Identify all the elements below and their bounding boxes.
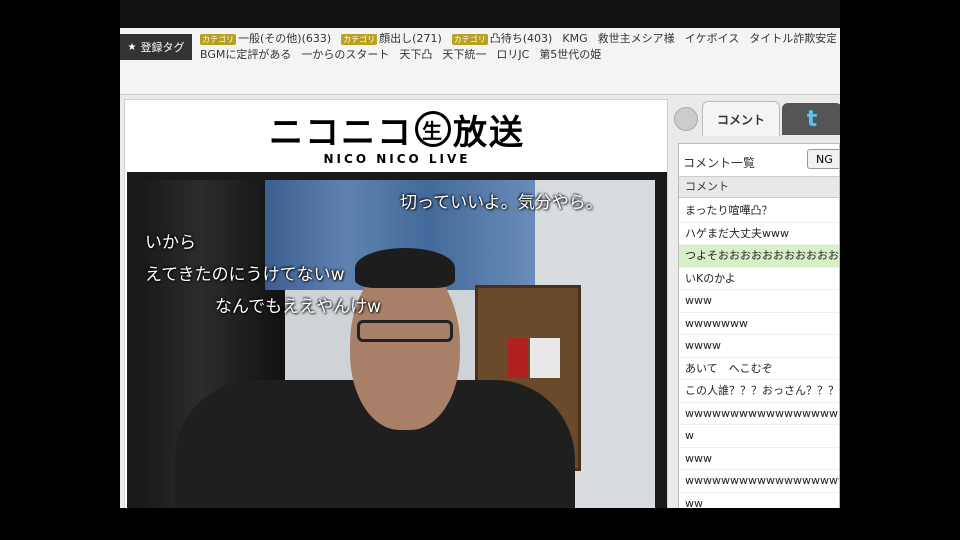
logo-main-pre: ニコニコ bbox=[269, 112, 413, 153]
twitter-icon: t bbox=[806, 106, 818, 132]
comment-row[interactable]: www bbox=[679, 290, 839, 313]
tag-label: 顔出し(271) bbox=[379, 32, 442, 45]
comment-column-header[interactable]: コメント bbox=[679, 176, 839, 198]
sidebar-tabs: コメント t bbox=[672, 99, 840, 136]
tag-label: 凸待ち(403) bbox=[489, 32, 553, 45]
bottom-black-bar bbox=[120, 508, 840, 540]
logo-sub: NICO NICO LIVE bbox=[323, 151, 471, 166]
main-content: ニコニコ 生 放送 NICO NICO LIVE 切っていいよ。気分やら。 いか… bbox=[120, 95, 840, 540]
star-icon: ★ bbox=[127, 41, 137, 53]
tag-link[interactable]: カテゴリ 凸待ち(403) bbox=[451, 31, 553, 47]
comment-row[interactable]: この人誰？？？おっさん？？？ bbox=[679, 380, 839, 403]
tag-link[interactable]: タイトル詐欺安定 bbox=[749, 31, 836, 47]
tag-header: ★ 登録タグ bbox=[120, 34, 192, 60]
tag-bar: ★ 登録タグ カテゴリ 一般(その他)(633) カテゴリ 顔出し(271) カテゴリ凸… bbox=[120, 28, 840, 95]
comment-row[interactable]: wwwwwwwwwwwwwwwww bbox=[679, 403, 839, 425]
category-badge: カテゴリ bbox=[341, 33, 378, 45]
tag-link[interactable]: カテゴリ 顔出し(271) bbox=[341, 31, 442, 47]
comment-row[interactable]: wwww bbox=[679, 335, 839, 358]
player-panel: ニコニコ 生 放送 NICO NICO LIVE 切っていいよ。気分やら。 いか… bbox=[124, 99, 669, 512]
tag-label: KMG bbox=[562, 32, 588, 45]
tag-link[interactable]: ロリJC bbox=[496, 47, 529, 63]
comment-sidebar: コメント t コメント一覧 NG コメント まったり喧嘩凸？ ハゲまだ大丈夫www… bbox=[672, 99, 840, 540]
video-comment: なんでもええやんけw bbox=[215, 297, 382, 317]
ng-button[interactable]: NG bbox=[807, 149, 839, 169]
tag-link[interactable]: 天下統一 bbox=[442, 47, 486, 63]
niconico-live-logo: ニコニコ 生 放送 NICO NICO LIVE bbox=[125, 100, 669, 170]
comment-row[interactable]: いKのかよ bbox=[679, 268, 839, 290]
red-books bbox=[508, 338, 528, 378]
comment-list-title: コメント一覧 bbox=[683, 156, 756, 170]
comment-row[interactable]: あいて へこむぞ bbox=[679, 358, 839, 380]
tab-comment[interactable]: コメント bbox=[702, 101, 780, 136]
comment-row[interactable]: w bbox=[679, 425, 839, 448]
logo-main: ニコニコ 生 放送 bbox=[269, 105, 525, 154]
tag-link[interactable]: 天下凸 bbox=[399, 47, 432, 63]
tag-label: タイトル詐欺安定 bbox=[749, 32, 836, 45]
screen-frame: ★ 登録タグ カテゴリ 一般(その他)(633) カテゴリ 顔出し(271) カテゴリ凸… bbox=[120, 0, 840, 540]
tag-row-1: カテゴリ 一般(その他)(633) カテゴリ 顔出し(271) カテゴリ 凸待ち(403)… bbox=[200, 31, 836, 47]
video-frame: 切っていいよ。気分やら。 いから えてきたのにうけてないw なんでもええやんけw bbox=[145, 180, 655, 512]
comment-row[interactable]: つよそおおおおおおおおおおお bbox=[679, 245, 839, 268]
comment-row[interactable]: www bbox=[679, 448, 839, 470]
tag-link[interactable]: KMG bbox=[562, 31, 587, 47]
video-player[interactable]: 切っていいよ。気分やら。 いから えてきたのにうけてないw なんでもええやんけw bbox=[127, 172, 667, 512]
tab-twitter[interactable]: t bbox=[782, 103, 840, 135]
comment-list[interactable]: まったり喧嘩凸？ ハゲまだ大丈夫www つよそおおおおおおおおおおお いKのかよ www… bbox=[679, 200, 839, 515]
tag-list: カテゴリ 一般(その他)(633) カテゴリ 顔出し(271) カテゴリ 凸待ち(403)… bbox=[200, 31, 836, 63]
comment-row[interactable]: wwwwwwwwwwwwwwwwwww bbox=[679, 470, 839, 493]
category-badge: カテゴリ bbox=[200, 33, 236, 45]
tag-link[interactable]: BGMに定評がある bbox=[200, 47, 291, 63]
video-comment: 切っていいよ。気分やら。 bbox=[400, 193, 603, 213]
tag-link[interactable]: 一からのスタート bbox=[301, 47, 389, 63]
comment-row[interactable]: wwwwwww bbox=[679, 313, 839, 335]
white-books bbox=[530, 338, 560, 378]
top-black-bar bbox=[120, 0, 840, 28]
tag-label: イケボイス bbox=[684, 32, 740, 45]
tag-link[interactable]: イケボイス bbox=[685, 31, 740, 47]
tag-link[interactable]: カテゴリ 一般(その他)(633) bbox=[200, 31, 331, 47]
comment-panel: コメント一覧 NG コメント まったり喧嘩凸？ ハゲまだ大丈夫www つよそおおおお… bbox=[678, 143, 840, 540]
logo-main-post: 放送 bbox=[453, 112, 525, 153]
glasses bbox=[357, 320, 453, 342]
tag-label: 救世主メシア様 bbox=[597, 32, 675, 45]
person-hair bbox=[355, 248, 455, 288]
tag-label: 一般(その他)(633) bbox=[238, 32, 332, 45]
video-comment: いから bbox=[145, 233, 196, 253]
tag-header-label: 登録タグ bbox=[140, 41, 185, 54]
category-badge: カテゴリ bbox=[451, 33, 488, 45]
logo-nama-icon: 生 bbox=[415, 111, 451, 147]
tag-link[interactable]: 救世主メシア様 bbox=[598, 31, 675, 47]
tag-link[interactable]: 第5世代の姫 bbox=[539, 47, 601, 63]
comment-row[interactable]: まったり喧嘩凸？ bbox=[679, 200, 839, 223]
tag-row-2: BGMに定評がある 一からのスタート 天下凸 天下統一 ロリJC 第5世代の姫 bbox=[200, 47, 836, 63]
comment-row[interactable]: ハゲまだ大丈夫www bbox=[679, 223, 839, 245]
circle-icon[interactable] bbox=[674, 107, 698, 131]
video-comment: えてきたのにうけてないw bbox=[145, 265, 345, 285]
